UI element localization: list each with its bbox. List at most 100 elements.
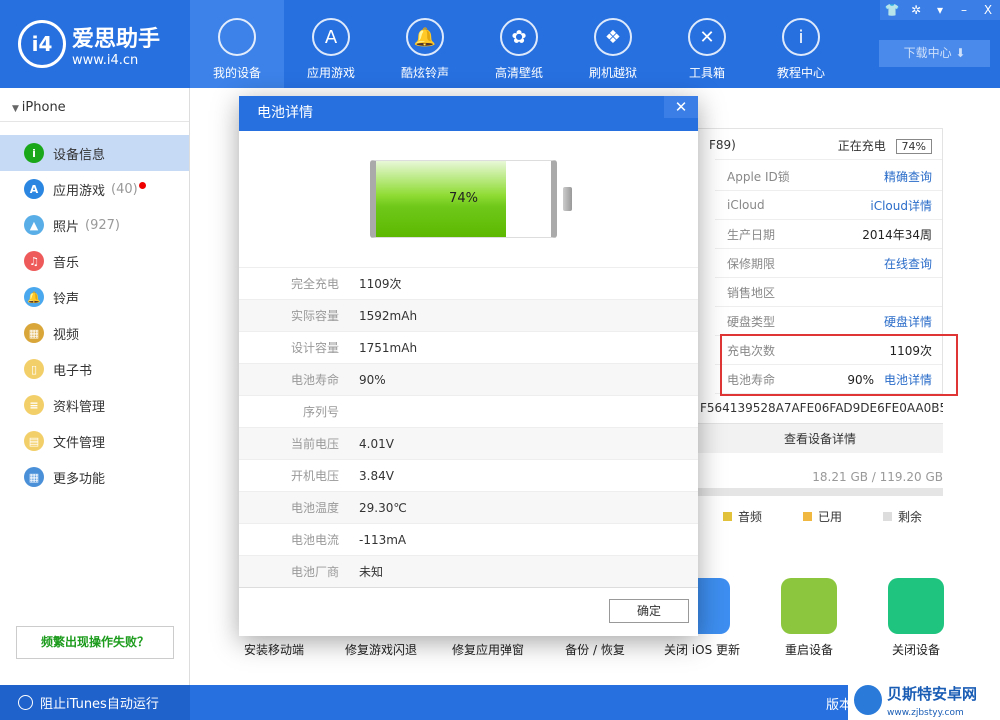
minimize-icon[interactable]: – [952,0,976,20]
sidebar: ▼ iPhone i 设备信息 A 应用游戏 (40) ▲ 照片 (927) ♫ 音乐 🔔 铃声 ▦ 视频… [0,88,190,685]
sidebar-item-label: 应用游戏 [53,183,106,199]
legend-label: 音频 [738,510,763,524]
sidebar-item-label: 文件管理 [53,435,106,451]
info-key: iCloud [727,198,765,212]
tool-icon-5[interactable] [781,578,837,634]
book-icon: ▯ [24,359,44,379]
detail-value: 29.30℃ [359,500,407,515]
tool-icon-6[interactable] [888,578,944,634]
logo-name: 爱思助手 [72,26,161,52]
info-row: 销售地区 [715,278,942,307]
legend-label: 已用 [818,510,843,524]
info-icon: i [782,18,820,56]
close-icon[interactable]: X [976,0,1000,20]
block-itunes-toggle[interactable]: 阻止iTunes自动运行 [0,685,190,720]
tools-icon: ✕ [688,18,726,56]
nav-label: 工具箱 [688,66,725,80]
sidebar-item-label: 照片 [53,219,80,235]
settings-icon[interactable]: ✲ [904,0,928,20]
battery-badge: 74% [895,138,932,154]
sidebar-item-0[interactable]: i 设备信息 [0,135,189,171]
bell-icon: 🔔 [406,18,444,56]
nav-label: 刷机越狱 [588,66,637,80]
apple-icon [218,18,256,56]
battery-detail-row: 开机电压 3.84V [239,459,698,491]
info-row: 保修期限 在线查询 [715,249,942,278]
sidebar-item-6[interactable]: ▯ 电子书 [0,351,189,387]
notification-dot [138,181,146,189]
detail-key: 序列号 [302,405,339,419]
info-icon: i [24,143,44,163]
tool-label[interactable]: 关闭 iOS 更新 [652,641,752,658]
info-row: Apple ID锁 精确查询 [715,162,942,191]
nav-tab-2[interactable]: 🔔 酷炫铃声 [378,0,472,88]
legend-swatch [723,512,732,521]
nav-tab-0[interactable]: 我的设备 [190,0,284,88]
info-value[interactable]: 硬盘详情 [884,315,932,329]
detail-key: 电池温度 [290,501,339,515]
device-selector[interactable]: ▼ iPhone [0,94,189,122]
detail-value: -113mA [359,532,407,547]
window-controls: 👕 ✲ ▾ – X [880,0,1000,20]
nav-tab-5[interactable]: ✕ 工具箱 [660,0,754,88]
tool-label[interactable]: 重启设备 [759,641,859,658]
battery-detail-row: 电池厂商 未知 [239,555,698,587]
close-icon[interactable]: ✕ [664,96,698,118]
menu-icon[interactable]: ▾ [928,0,952,20]
video-icon: ▦ [24,323,44,343]
tool-label[interactable]: 修复游戏闪退 [331,641,431,658]
logo-url: www.i4.cn [72,52,139,68]
tool-label[interactable]: 关闭设备 [866,641,966,658]
info-key: 保修期限 [727,256,776,271]
info-value[interactable]: iCloud详情 [870,199,932,213]
sidebar-item-2[interactable]: ▲ 照片 (927) [0,207,189,243]
sidebar-item-5[interactable]: ▦ 视频 [0,315,189,351]
tool-label[interactable]: 安装移动端 [224,641,324,658]
legend-swatch [883,512,892,521]
sidebar-item-1[interactable]: A 应用游戏 (40) [0,171,189,207]
legend-swatch [803,512,812,521]
sidebar-item-label: 更多功能 [53,471,106,487]
detail-key: 电池寿命 [290,373,339,387]
detail-value: 4.01V [359,436,394,451]
info-key: 硬盘类型 [727,314,776,329]
ok-button[interactable]: 确定 [609,599,689,623]
sidebar-item-7[interactable]: ≡ 资料管理 [0,387,189,423]
nav-label: 教程中心 [776,66,825,80]
tool-label[interactable]: 修复应用弹窗 [438,641,538,658]
storage-usage: 18.21 GB / 119.20 GB [812,470,943,484]
battery-details-dialog: 电池详情 ✕ 74% 完全充电 1109次 实际容量 1592mAh 设计容量 1751m… [239,96,698,636]
info-value[interactable]: 在线查询 [884,257,932,271]
detail-key: 设计容量 [290,341,339,355]
download-center-button[interactable]: 下载中心 ⬇ [879,40,990,67]
sidebar-item-4[interactable]: 🔔 铃声 [0,279,189,315]
sidebar-item-3[interactable]: ♫ 音乐 [0,243,189,279]
watermark-url: www.zjbstyy.com [887,707,964,718]
device-model-partial: F89) [709,138,736,152]
nav-tab-6[interactable]: i 教程中心 [754,0,848,88]
nav-tab-3[interactable]: ✿ 高清壁纸 [472,0,566,88]
tool-label[interactable]: 备份 / 恢复 [545,641,645,658]
detail-key: 电池电流 [290,533,339,547]
nav-tab-1[interactable]: A 应用游戏 [284,0,378,88]
dropbox-icon: ❖ [594,18,632,56]
app-logo: i4 爱思助手 www.i4.cn [18,20,160,68]
nav-tab-4[interactable]: ❖ 刷机越狱 [566,0,660,88]
battery-terminal [563,187,572,211]
logo-mark: i4 [18,20,66,68]
legend-item: 音频 [723,508,762,525]
appstore-icon: A [312,18,350,56]
detail-value: 未知 [359,565,384,579]
sidebar-item-9[interactable]: ▦ 更多功能 [0,459,189,495]
contacts-icon: ≡ [24,395,44,415]
info-value[interactable]: 精确查询 [884,170,932,184]
highlight-box [720,334,958,396]
sidebar-item-8[interactable]: ▤ 文件管理 [0,423,189,459]
battery-detail-row: 完全充电 1109次 [239,267,698,299]
frequent-failure-button[interactable]: 频繁出现操作失败？ [16,626,174,659]
flower-icon: ✿ [500,18,538,56]
block-itunes-label: 阻止iTunes自动运行 [40,697,159,712]
battery-detail-row: 电池寿命 90% [239,363,698,395]
view-device-details-button[interactable]: 查看设备详情 [697,423,943,453]
skin-icon[interactable]: 👕 [880,0,904,20]
